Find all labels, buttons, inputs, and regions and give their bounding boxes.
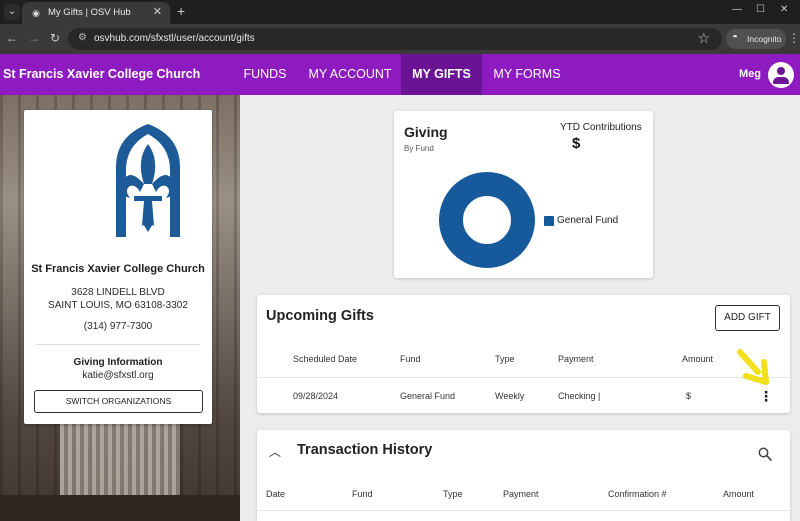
col-amount[interactable]: Amount bbox=[682, 354, 713, 364]
browser-tab[interactable]: ◉ My Gifts | OSV Hub ✕ bbox=[22, 2, 170, 24]
bookmark-star-icon[interactable]: ☆ bbox=[697, 30, 710, 47]
hist-col-date[interactable]: Date bbox=[266, 489, 285, 499]
org-phone: (314) 977-7300 bbox=[83, 321, 153, 332]
incognito-badge[interactable]: ◓ Incognito bbox=[726, 29, 786, 49]
upcoming-gifts-title: Upcoming Gifts bbox=[266, 308, 374, 324]
nav-funds[interactable]: FUNDS bbox=[236, 54, 294, 95]
gift-amount: $ bbox=[686, 391, 692, 401]
maximize-icon[interactable]: ☐ bbox=[756, 4, 765, 15]
hist-col-type[interactable]: Type bbox=[443, 489, 463, 499]
site-info-icon[interactable]: ⚙ bbox=[78, 32, 87, 43]
hist-col-fund[interactable]: Fund bbox=[352, 489, 373, 499]
reload-icon[interactable]: ↻ bbox=[50, 31, 60, 45]
gift-date: 09/28/2024 bbox=[293, 391, 339, 401]
close-window-icon[interactable]: ✕ bbox=[780, 4, 788, 15]
incognito-label: Incognito bbox=[747, 34, 782, 44]
incognito-icon: ◓ bbox=[732, 32, 739, 43]
org-name: St Francis Xavier College Church bbox=[31, 263, 205, 275]
giving-info-email: katie@sfxstl.org bbox=[82, 370, 154, 381]
hist-col-confirmation[interactable]: Confirmation # bbox=[608, 489, 667, 499]
new-tab-icon[interactable]: + bbox=[177, 3, 185, 19]
forward-icon[interactable]: → bbox=[28, 31, 40, 45]
user-name[interactable]: Meg bbox=[739, 68, 761, 80]
tab-search-icon[interactable]: ⌄ bbox=[4, 4, 20, 20]
hist-col-amount[interactable]: Amount bbox=[723, 489, 754, 499]
col-type[interactable]: Type bbox=[495, 354, 515, 364]
browser-menu-icon[interactable]: ⋮ bbox=[788, 31, 800, 45]
browser-tab-bar: ⌄ ◉ My Gifts | OSV Hub ✕ + — ☐ ✕ bbox=[0, 0, 800, 24]
giving-title: Giving bbox=[404, 124, 448, 140]
site-favicon-icon: ◉ bbox=[32, 8, 40, 18]
tab-title: My Gifts | OSV Hub bbox=[48, 7, 131, 18]
annotation-arrow-icon bbox=[737, 349, 769, 385]
org-address-line2: SAINT LOUIS, MO 63108-3302 bbox=[48, 300, 188, 311]
legend-swatch-general-fund bbox=[544, 216, 554, 226]
collapse-chevron-up-icon[interactable]: ︿ bbox=[269, 443, 281, 460]
back-icon[interactable]: ← bbox=[6, 31, 18, 45]
donut-slice-general-fund bbox=[439, 172, 535, 268]
avatar-head bbox=[777, 67, 785, 75]
ytd-contributions-label: YTD Contributions bbox=[560, 122, 642, 133]
nav-my-forms[interactable]: MY FORMS bbox=[487, 54, 567, 95]
transaction-history-title: Transaction History bbox=[297, 442, 433, 458]
org-address-line1: 3628 LINDELL BLVD bbox=[71, 287, 165, 298]
avatar-body bbox=[773, 77, 789, 84]
hist-col-payment[interactable]: Payment bbox=[503, 489, 539, 499]
fleur-de-lis-logo-icon bbox=[116, 124, 180, 237]
ytd-contributions-value: $ bbox=[572, 135, 581, 152]
gift-fund: General Fund bbox=[400, 391, 456, 401]
upcoming-header-divider bbox=[257, 377, 790, 378]
giving-info-label: Giving Information bbox=[73, 357, 163, 368]
minimize-icon[interactable]: — bbox=[732, 4, 742, 15]
switch-organizations-button[interactable]: SWITCH ORGANIZATIONS bbox=[34, 390, 203, 413]
church-floor bbox=[0, 495, 240, 521]
altar-detail bbox=[60, 420, 180, 500]
search-icon[interactable] bbox=[758, 447, 772, 461]
nav-my-account[interactable]: MY ACCOUNT bbox=[304, 54, 396, 95]
org-divider bbox=[36, 344, 200, 345]
legend-label-general-fund: General Fund bbox=[557, 215, 619, 226]
gift-row-menu-icon[interactable]: ⋮ bbox=[759, 387, 773, 405]
col-payment[interactable]: Payment bbox=[558, 354, 594, 364]
history-header-divider bbox=[257, 510, 790, 511]
brand-name[interactable]: St Francis Xavier College Church bbox=[3, 67, 200, 81]
col-fund[interactable]: Fund bbox=[400, 354, 421, 364]
browser-address-bar: ← → ↻ ⚙ osvhub.com/sfxstl/user/account/g… bbox=[0, 24, 800, 54]
nav-my-gifts[interactable]: MY GIFTS bbox=[401, 54, 482, 95]
giving-subtitle: By Fund bbox=[404, 144, 434, 153]
col-scheduled-date[interactable]: Scheduled Date bbox=[293, 354, 357, 364]
gift-type: Weekly bbox=[495, 391, 525, 401]
url-text: osvhub.com/sfxstl/user/account/gifts bbox=[94, 33, 255, 44]
giving-donut-chart bbox=[439, 172, 535, 268]
close-tab-icon[interactable]: ✕ bbox=[153, 5, 162, 18]
user-avatar-icon[interactable] bbox=[768, 62, 794, 88]
site-top-nav: St Francis Xavier College Church FUNDS M… bbox=[0, 54, 800, 95]
url-bar[interactable]: ⚙ osvhub.com/sfxstl/user/account/gifts ☆ bbox=[68, 28, 722, 50]
gift-payment: Checking | bbox=[558, 391, 601, 401]
add-gift-button[interactable]: ADD GIFT bbox=[715, 305, 780, 331]
